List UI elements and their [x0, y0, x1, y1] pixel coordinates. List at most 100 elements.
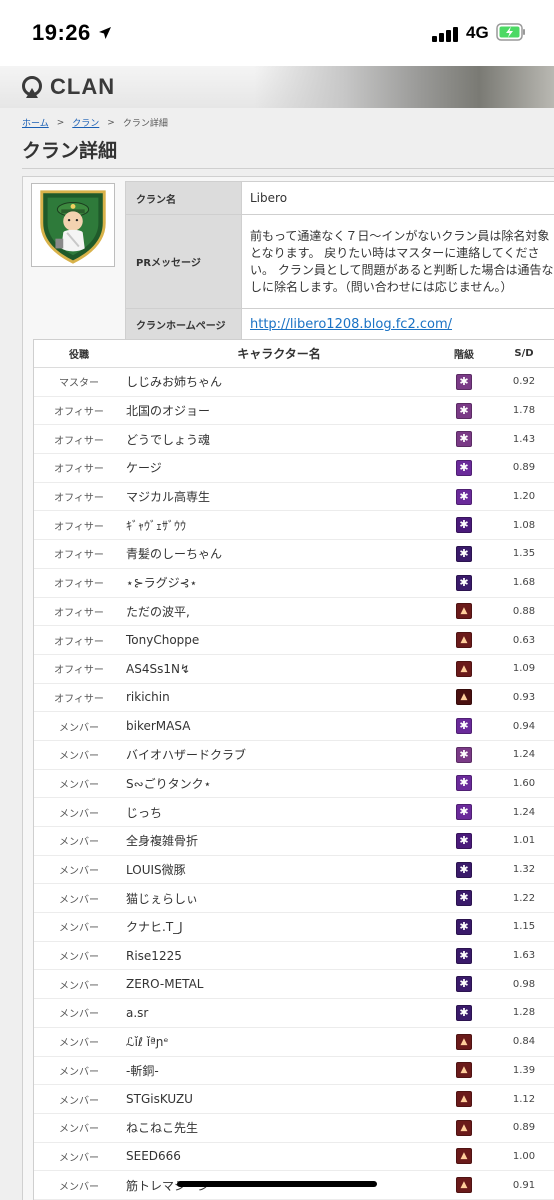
member-character-name[interactable]: a.sr	[124, 1006, 434, 1020]
member-role: メンバー	[59, 1066, 99, 1078]
member-character-name[interactable]: ｷﾞｬｳﾞｪｻﾞｳｳ	[124, 517, 434, 534]
breadcrumb: ホーム > クラン > クラン詳細	[22, 116, 168, 130]
rank-flame-icon	[456, 1091, 472, 1108]
member-character-name[interactable]: AS4Ss1N↯	[124, 662, 434, 676]
member-character-name[interactable]: ℒǐℓ ǐªɲᵉ	[124, 1035, 434, 1049]
member-sd: 1.32	[512, 864, 536, 876]
member-rank	[434, 603, 494, 620]
member-sd: 0.89	[512, 1122, 536, 1134]
member-rank	[434, 660, 494, 677]
member-role: メンバー	[59, 837, 99, 849]
home-indicator[interactable]	[177, 1181, 377, 1187]
member-role: メンバー	[59, 808, 99, 820]
member-sd: 1.00	[512, 1150, 536, 1162]
breadcrumb-clan-link[interactable]: クラン	[72, 116, 99, 129]
pr-message-value: 前もって通達なく７日〜インがないクラン員は除名対象となります。 戻りたい時はマス…	[241, 214, 554, 309]
cellular-signal-icon	[432, 26, 460, 42]
member-rank	[434, 746, 494, 763]
clan-name-label: クラン名	[125, 181, 242, 215]
clan-detail-panel: クラン名 Libero PRメッセージ 前もって通達なく７日〜インがないクラン員…	[22, 176, 554, 1200]
member-role: メンバー	[59, 1009, 99, 1021]
member-sd: 0.98	[512, 978, 536, 990]
rank-star-icon	[456, 574, 472, 591]
rank-flame-icon	[456, 603, 472, 620]
member-sd: 0.93	[512, 691, 536, 703]
member-role: オフィサー	[54, 493, 104, 505]
member-row: オフィサー ケージ 0.89	[34, 454, 554, 483]
member-role: メンバー	[59, 1095, 99, 1107]
member-role: メンバー	[59, 1181, 99, 1193]
breadcrumb-separator: >	[56, 117, 65, 128]
member-rank	[434, 632, 494, 649]
header-sd: S/D	[514, 348, 534, 359]
rank-star-icon	[456, 890, 472, 907]
member-rank	[434, 488, 494, 505]
member-character-name[interactable]: TonyChoppe	[124, 633, 434, 647]
member-row: オフィサー rikichin 0.93	[34, 684, 554, 713]
member-character-name[interactable]: 青髪のしーちゃん	[124, 545, 434, 562]
member-rank	[434, 1148, 494, 1165]
member-sd: 0.91	[512, 1179, 536, 1191]
member-character-name[interactable]: ZERO-METAL	[124, 977, 434, 991]
member-character-name[interactable]: rikichin	[124, 690, 434, 704]
homepage-label: クランホームページ	[125, 308, 242, 341]
member-character-name[interactable]: 全身複雑骨折	[124, 832, 434, 849]
rank-flame-icon	[456, 1033, 472, 1050]
member-sd: 0.92	[512, 376, 536, 388]
breadcrumb-home-link[interactable]: ホーム	[22, 116, 49, 129]
status-time: 19:26	[32, 20, 91, 45]
member-row: メンバー クナヒ.T_J 1.15	[34, 913, 554, 942]
member-character-name[interactable]: どうでしょう魂	[124, 431, 434, 448]
member-sd: 1.09	[512, 663, 536, 675]
title-divider	[22, 168, 554, 169]
member-rank	[434, 373, 494, 390]
member-character-name[interactable]: LOUIS微豚	[124, 861, 434, 878]
page-title: クラン詳細	[22, 140, 118, 162]
member-character-name[interactable]: S∾ごりタンク⋆	[124, 775, 434, 792]
location-arrow-icon	[99, 27, 111, 39]
rank-star-icon	[456, 373, 472, 390]
rank-star-icon	[456, 861, 472, 878]
member-role: オフィサー	[54, 579, 104, 591]
member-character-name[interactable]: 猫じぇらしぃ	[124, 890, 434, 907]
member-character-name[interactable]: -斬銅-	[124, 1062, 434, 1079]
member-character-name[interactable]: ねこねこ先生	[124, 1119, 434, 1136]
member-role: オフィサー	[54, 407, 104, 419]
battery-charging-icon	[496, 23, 525, 41]
clan-logo[interactable]: CLAN	[20, 74, 115, 100]
member-sd: 0.89	[512, 462, 536, 474]
clan-name-value: Libero	[241, 181, 554, 215]
status-bar: 19:26 4G	[0, 0, 554, 66]
member-rows: マスターしじみお姉ちゃん0.92オフィサー北国のオジョー1.78オフィサーどうで…	[34, 368, 554, 1200]
member-row: メンバー ZERO-METAL 0.98	[34, 970, 554, 1000]
member-character-name[interactable]: しじみお姉ちゃん	[124, 373, 434, 390]
member-character-name[interactable]: ケージ	[124, 459, 434, 476]
member-list[interactable]: 役職 キャラクター名 階級 S/D マスター しじみお姉ちゃん 0.92 オフィサー 北…	[33, 339, 554, 1200]
member-character-name[interactable]: じっち	[124, 804, 434, 821]
member-character-name[interactable]: 北国のオジョー	[124, 402, 434, 419]
member-character-name[interactable]: SEED666	[124, 1149, 434, 1163]
homepage-link[interactable]: http://libero1208.blog.fc2.com/	[250, 317, 452, 332]
member-row: メンバー S∾ごりタンク⋆ 1.60	[34, 770, 554, 799]
rank-star-icon	[456, 775, 472, 792]
logo-mark-icon	[22, 76, 42, 98]
member-character-name[interactable]: ⋆⊱ラグジ⊰⋆	[124, 574, 434, 591]
member-rank	[434, 775, 494, 792]
breadcrumb-current: クラン詳細	[122, 119, 168, 129]
member-character-name[interactable]: バイオハザードクラブ	[124, 746, 434, 763]
member-role: メンバー	[59, 722, 99, 734]
member-sd: 1.35	[512, 548, 536, 560]
member-row: メンバー SEED666 1.00	[34, 1143, 554, 1172]
member-character-name[interactable]: クナヒ.T_J	[124, 918, 434, 935]
member-row: メンバー -斬銅- 1.39	[34, 1057, 554, 1086]
member-role: オフィサー	[54, 607, 104, 619]
member-character-name[interactable]: STGisKUZU	[124, 1092, 434, 1106]
member-character-name[interactable]: bikerMASA	[124, 719, 434, 733]
member-role: メンバー	[59, 894, 99, 906]
member-character-name[interactable]: マジカル高専生	[124, 488, 434, 505]
member-row: オフィサー どうでしょう魂 1.43	[34, 425, 554, 455]
member-character-name[interactable]: ただの波平,	[124, 603, 434, 620]
member-character-name[interactable]: Rise1225	[124, 949, 434, 963]
breadcrumb-separator: >	[107, 117, 115, 128]
member-role: メンバー	[59, 751, 99, 763]
